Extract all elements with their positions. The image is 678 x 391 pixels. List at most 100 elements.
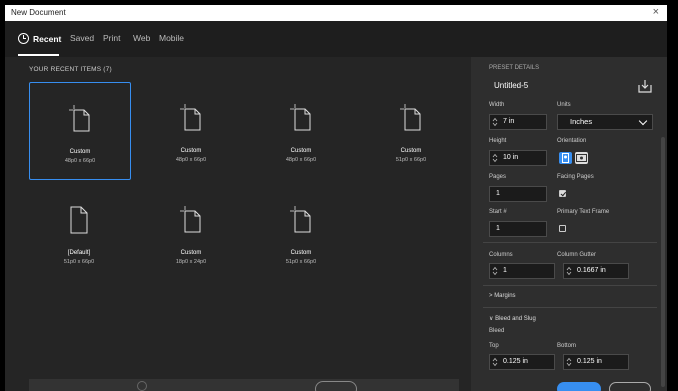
- stepper-icon[interactable]: [492, 266, 498, 276]
- bleed-bottom-value: 0.125 in: [577, 358, 602, 365]
- bleed-bottom-field[interactable]: 0.125 in: [563, 354, 629, 370]
- primary-text-frame-label: Primary Text Frame: [557, 209, 610, 215]
- facing-pages-checkbox[interactable]: [559, 190, 566, 197]
- units-label: Units: [557, 102, 571, 108]
- recent-item-size: 51p0 x 66p0: [285, 259, 317, 265]
- orientation-label: Orientation: [557, 138, 587, 144]
- stepper-icon[interactable]: [492, 153, 498, 163]
- width-value: 7 in: [503, 118, 515, 125]
- divider: [483, 285, 657, 286]
- tab-print[interactable]: Print: [103, 33, 120, 43]
- primary-text-frame-checkbox[interactable]: [559, 225, 566, 232]
- stepper-icon[interactable]: [566, 357, 572, 367]
- bleed-label: Bleed: [489, 328, 505, 334]
- tab-bar: Recent Saved Print Web Mobile: [5, 21, 667, 57]
- pages-label: Pages: [489, 174, 507, 180]
- create-button[interactable]: [557, 382, 601, 391]
- recent-items-panel: YOUR RECENT ITEMS (7) Custom 48p0 x 66p0…: [5, 57, 471, 391]
- column-gutter-value: 0.1667 in: [577, 267, 606, 274]
- chevron-down-icon: [638, 116, 648, 126]
- width-field[interactable]: 7 in: [489, 114, 547, 130]
- document-name-field[interactable]: Untitled-5: [489, 77, 629, 95]
- recent-item-4[interactable]: Custom 51p0 x 66p0: [361, 82, 461, 178]
- width-label: Width: [489, 102, 505, 108]
- tab-web[interactable]: Web: [133, 33, 150, 43]
- window-title: New Document: [11, 8, 66, 17]
- recent-item-6[interactable]: Custom 18p0 x 24p0: [141, 184, 241, 280]
- new-document-dialog: New Document × Recent Saved Print Web Mo…: [5, 5, 667, 391]
- margins-section-toggle[interactable]: > Margins: [489, 293, 516, 299]
- document-with-crop-marks-icon: [290, 206, 311, 233]
- template-search-bar: [29, 379, 459, 391]
- stepper-icon[interactable]: [492, 117, 498, 127]
- bleed-slug-section-toggle[interactable]: ∨ Bleed and Slug: [489, 315, 536, 322]
- recent-item-size: 51p0 x 66p0: [63, 259, 95, 265]
- recent-item-7[interactable]: Custom 51p0 x 66p0: [251, 184, 351, 280]
- recent-item-name: Custom: [69, 149, 91, 155]
- start-number-field[interactable]: 1: [489, 221, 547, 237]
- tab-mobile[interactable]: Mobile: [159, 33, 184, 43]
- start-number-value: 1: [496, 225, 500, 232]
- columns-label: Columns: [489, 252, 513, 258]
- document-with-crop-marks-icon: [69, 105, 90, 132]
- units-value: Inches: [570, 117, 593, 126]
- landscape-orientation-icon[interactable]: [575, 152, 588, 164]
- units-dropdown[interactable]: Inches: [557, 114, 653, 130]
- recent-item-1[interactable]: Custom 48p0 x 66p0: [29, 82, 131, 180]
- recent-item-name: Custom: [400, 148, 422, 154]
- bleed-top-field[interactable]: 0.125 in: [489, 354, 555, 370]
- recent-item-size: 48p0 x 66p0: [285, 157, 317, 163]
- recent-item-name: Custom: [180, 250, 202, 256]
- search-icon[interactable]: [137, 381, 147, 391]
- chevron-down-icon: ∨: [489, 316, 494, 322]
- columns-value: 1: [503, 267, 507, 274]
- height-label: Height: [489, 138, 507, 144]
- recent-item-size: 48p0 x 66p0: [175, 157, 207, 163]
- panel-scrollbar[interactable]: [661, 137, 665, 387]
- column-gutter-field[interactable]: 0.1667 in: [563, 263, 629, 279]
- close-button[interactable]: [609, 382, 651, 391]
- document-with-crop-marks-icon: [290, 104, 311, 131]
- recent-item-2[interactable]: Custom 48p0 x 66p0: [141, 82, 241, 178]
- portrait-orientation-icon[interactable]: [559, 152, 572, 164]
- tab-saved[interactable]: Saved: [70, 33, 94, 43]
- preset-details-title: PRESET DETAILS: [489, 65, 540, 71]
- save-preset-icon[interactable]: [638, 79, 652, 93]
- stepper-icon[interactable]: [492, 357, 498, 367]
- height-field[interactable]: 10 in: [489, 150, 547, 166]
- start-number-label: Start #: [489, 209, 507, 215]
- document-with-crop-marks-icon: [400, 104, 421, 131]
- recent-items-title: YOUR RECENT ITEMS (7): [29, 66, 112, 73]
- document-icon: [70, 206, 88, 234]
- recent-item-name: Custom: [180, 148, 202, 154]
- preset-details-panel: PRESET DETAILS Untitled-5 Width Units 7 …: [471, 57, 667, 391]
- clock-icon: [18, 33, 29, 44]
- recent-item-5[interactable]: [Default] 51p0 x 66p0: [29, 184, 129, 280]
- tab-recent[interactable]: Recent: [18, 33, 61, 44]
- chevron-right-icon: >: [489, 293, 493, 299]
- pages-value: 1: [496, 190, 500, 197]
- document-with-crop-marks-icon: [180, 104, 201, 131]
- recent-item-3[interactable]: Custom 48p0 x 66p0: [251, 82, 351, 178]
- bleed-slug-label: Bleed and Slug: [495, 316, 536, 322]
- tab-recent-label: Recent: [33, 34, 62, 44]
- active-tab-indicator: [18, 54, 59, 56]
- document-with-crop-marks-icon: [180, 206, 201, 233]
- recent-item-name: Custom: [290, 148, 312, 154]
- divider: [483, 242, 657, 243]
- margins-label: Margins: [494, 293, 516, 299]
- pages-field[interactable]: 1: [489, 186, 547, 202]
- top-label: Top: [489, 343, 499, 349]
- bleed-top-value: 0.125 in: [503, 358, 528, 365]
- close-icon[interactable]: ×: [653, 6, 659, 18]
- recent-item-size: 51p0 x 66p0: [395, 157, 427, 163]
- recent-item-name: [Default]: [67, 250, 91, 256]
- columns-field[interactable]: 1: [489, 263, 555, 279]
- recent-item-size: 18p0 x 24p0: [175, 259, 207, 265]
- column-gutter-label: Column Gutter: [557, 252, 597, 258]
- stepper-icon[interactable]: [566, 266, 572, 276]
- go-button[interactable]: [315, 381, 357, 391]
- recent-item-name: Custom: [290, 250, 312, 256]
- recent-item-size: 48p0 x 66p0: [64, 158, 96, 164]
- title-bar: New Document ×: [5, 5, 667, 21]
